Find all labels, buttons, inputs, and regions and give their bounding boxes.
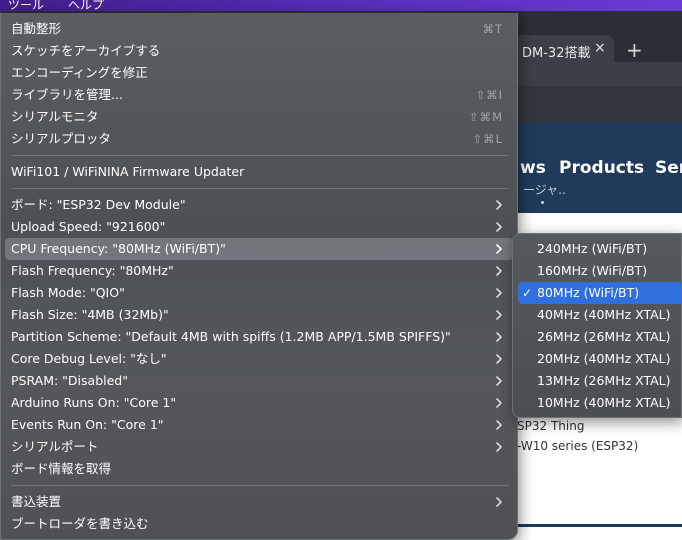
chevron-right-icon [496,288,502,298]
menu-item-partition-scheme[interactable]: Partition Scheme: "Default 4MB with spif… [5,326,513,348]
menu-item-label: Flash Frequency: "80MHz" [11,263,174,278]
menu-separator [11,155,509,156]
chevron-right-icon [496,310,502,320]
chevron-right-icon [496,398,502,408]
nav-link-products[interactable]: Products [559,158,644,178]
chevron-right-icon [496,354,502,364]
menu-item-label: エンコーディングを修正 [11,65,148,80]
chevron-right-icon [496,200,502,210]
menubar-item-help[interactable]: ヘルプ [68,0,104,13]
menu-item-label: Partition Scheme: "Default 4MB with spif… [11,329,451,344]
menu-item-archive-sketch[interactable]: スケッチをアーカイブする [5,40,513,62]
tools-menu: 自動整形 ⌘T スケッチをアーカイブする エンコーディングを修正 ライブラリを管… [0,13,518,540]
menu-item-firmware-updater[interactable]: WiFi101 / WiFiNINA Firmware Updater [5,161,513,183]
menu-item-label: PSRAM: "Disabled" [11,373,128,388]
chevron-right-icon [496,497,502,507]
nav-link-services[interactable]: Ser [655,158,682,178]
submenu-item-160mhz[interactable]: 160MHz (WiFi/BT) [518,260,681,282]
submenu-item-label: 13MHz (26MHz XTAL) [537,373,671,388]
browser-tab-title: DM-32搭載 [522,46,591,61]
submenu-item-80mhz[interactable]: ✓ 80MHz (WiFi/BT) [518,282,681,304]
chevron-right-icon [496,376,502,386]
menu-item-label: 書込装置 [11,494,62,509]
menu-item-label: Upload Speed: "921600" [11,219,166,234]
menu-item-label: Arduino Runs On: "Core 1" [11,395,177,410]
menu-item-serial-plotter[interactable]: シリアルプロッタ ⇧⌘L [5,128,513,150]
menu-item-label: 自動整形 [11,21,62,36]
menubar-item-tools[interactable]: ツール [8,0,44,13]
menu-item-label: Flash Size: "4MB (32Mb)" [11,307,169,322]
system-menubar: ツール ヘルプ [0,0,682,13]
menu-item-board-info[interactable]: ボード情報を取得 [5,458,513,480]
menu-item-psram[interactable]: PSRAM: "Disabled" [5,370,513,392]
chevron-right-icon [496,244,502,254]
menu-separator [11,485,509,486]
menu-item-shortcut: ⇧⌘L [472,132,503,146]
menu-item-label: CPU Frequency: "80MHz (WiFi/BT)" [11,241,226,256]
menu-item-label: シリアルプロッタ [11,131,111,146]
close-icon[interactable]: × [594,40,606,56]
content-line: -W10 series (ESP32) [517,439,639,453]
menu-item-shortcut: ⇧⌘I [475,88,503,102]
submenu-item-label: 26MHz (26MHz XTAL) [537,329,671,344]
menu-item-cpu-frequency[interactable]: CPU Frequency: "80MHz (WiFi/BT)" [5,238,513,260]
nav-subtext: ージャ.. [523,183,566,197]
submenu-item-label: 20MHz (40MHz XTAL) [537,351,671,366]
menu-item-label: スケッチをアーカイブする [11,43,161,58]
submenu-item-26mhz[interactable]: 26MHz (26MHz XTAL) [518,326,681,348]
menu-item-label: ボード情報を取得 [11,461,112,476]
menu-item-auto-format[interactable]: 自動整形 ⌘T [5,18,513,40]
menu-item-flash-size[interactable]: Flash Size: "4MB (32Mb)" [5,304,513,326]
menu-item-flash-frequency[interactable]: Flash Frequency: "80MHz" [5,260,513,282]
menu-separator [11,188,509,189]
submenu-item-13mhz[interactable]: 13MHz (26MHz XTAL) [518,370,681,392]
menu-item-manage-libraries[interactable]: ライブラリを管理... ⇧⌘I [5,84,513,106]
cpu-frequency-submenu: 240MHz (WiFi/BT) 160MHz (WiFi/BT) ✓ 80MH… [512,233,682,418]
menu-item-shortcut: ⌘T [482,22,503,36]
submenu-item-label: 240MHz (WiFi/BT) [537,241,648,256]
menu-item-shortcut: ⇧⌘M [468,110,503,124]
menu-item-programmer[interactable]: 書込装置 [5,491,513,513]
menu-item-label: ボード: "ESP32 Dev Module" [11,197,186,212]
menu-item-label: Flash Mode: "QIO" [11,285,125,300]
submenu-item-20mhz[interactable]: 20MHz (40MHz XTAL) [518,348,681,370]
chevron-right-icon [496,332,502,342]
content-divider [517,524,682,527]
menu-item-board[interactable]: ボード: "ESP32 Dev Module" [5,194,513,216]
menu-item-core-debug-level[interactable]: Core Debug Level: "なし" [5,348,513,370]
nav-dot [541,201,544,204]
menu-item-events-run-on[interactable]: Events Run On: "Core 1" [5,414,513,436]
chevron-right-icon [496,442,502,452]
submenu-item-label: 80MHz (WiFi/BT) [537,285,640,300]
menu-item-label: ブートローダを書き込む [11,516,149,531]
menu-item-flash-mode[interactable]: Flash Mode: "QIO" [5,282,513,304]
submenu-item-240mhz[interactable]: 240MHz (WiFi/BT) [518,238,681,260]
browser-tab[interactable]: DM-32搭載 × [506,35,614,65]
menu-item-serial-monitor[interactable]: シリアルモニタ ⇧⌘M [5,106,513,128]
nav-link-news[interactable]: ws [520,158,546,178]
menu-item-arduino-runs-on[interactable]: Arduino Runs On: "Core 1" [5,392,513,414]
chevron-right-icon [496,266,502,276]
chevron-right-icon [496,222,502,232]
submenu-item-label: 160MHz (WiFi/BT) [537,263,648,278]
menu-item-label: Events Run On: "Core 1" [11,417,164,432]
menu-item-fix-encoding[interactable]: エンコーディングを修正 [5,62,513,84]
menu-item-label: WiFi101 / WiFiNINA Firmware Updater [11,164,245,179]
new-tab-icon[interactable]: + [626,38,643,62]
menu-item-label: ライブラリを管理... [11,87,123,102]
submenu-item-label: 40MHz (40MHz XTAL) [537,307,671,322]
submenu-item-label: 10MHz (40MHz XTAL) [537,395,671,410]
menu-item-label: シリアルポート [11,439,99,454]
menu-item-upload-speed[interactable]: Upload Speed: "921600" [5,216,513,238]
submenu-item-10mhz[interactable]: 10MHz (40MHz XTAL) [518,392,681,414]
submenu-item-40mhz[interactable]: 40MHz (40MHz XTAL) [518,304,681,326]
content-line: SP32 Thing [517,419,585,433]
menu-item-burn-bootloader[interactable]: ブートローダを書き込む [5,513,513,535]
menu-item-label: シリアルモニタ [11,109,99,124]
menu-item-label: Core Debug Level: "なし" [11,351,167,366]
checkmark-icon: ✓ [522,286,533,300]
menu-item-serial-port[interactable]: シリアルポート [5,436,513,458]
chevron-right-icon [496,420,502,430]
